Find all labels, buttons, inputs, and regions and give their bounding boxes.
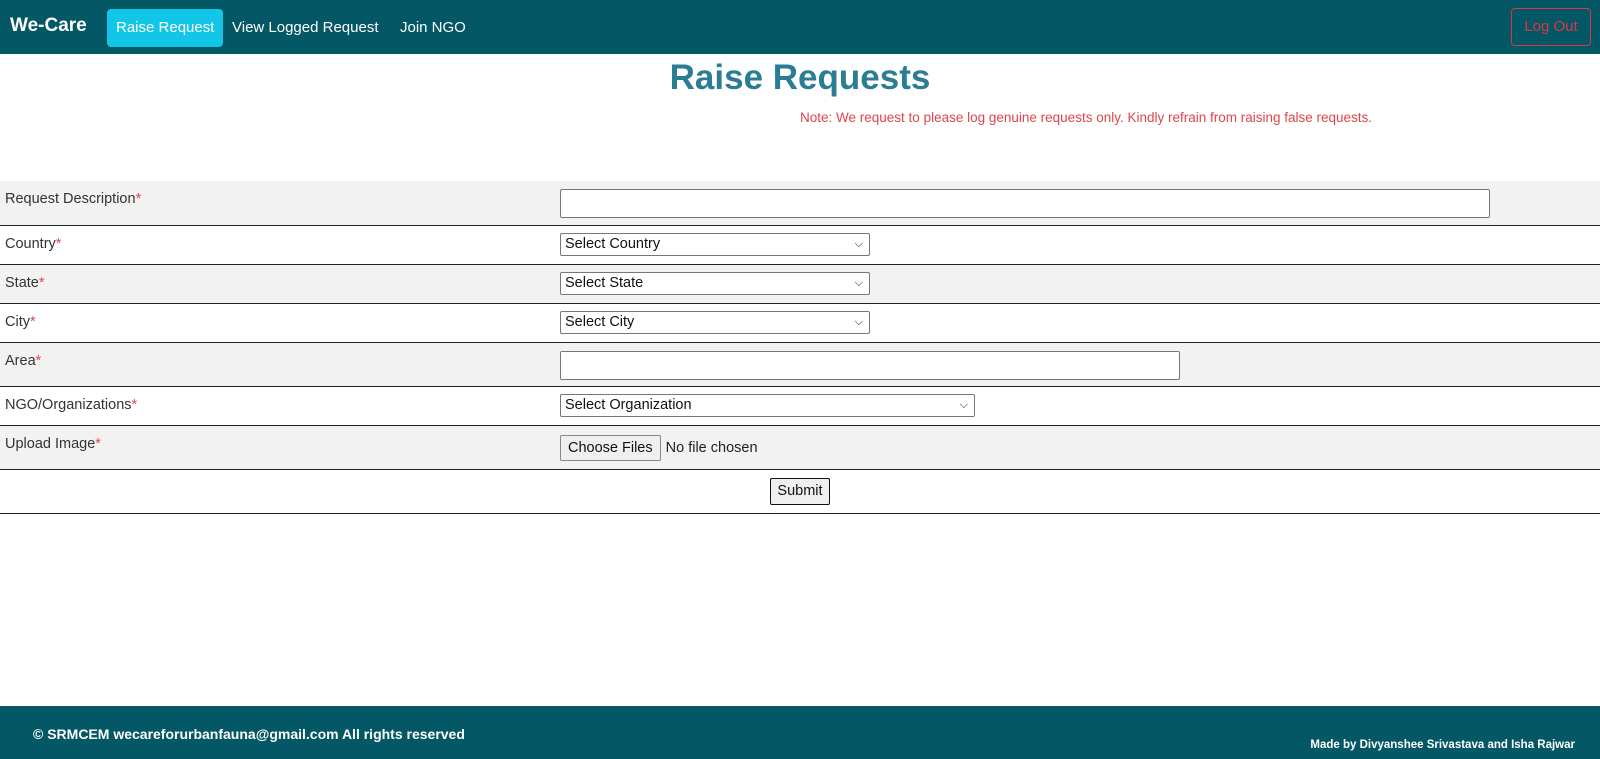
required-mark: * [55, 235, 62, 252]
logout-button[interactable]: Log Out [1511, 8, 1591, 46]
nav-join-ngo[interactable]: Join NGO [391, 9, 475, 47]
navbar: We-Care Raise Request View Logged Reques… [0, 0, 1600, 54]
footer: © SRMCEM wecareforurbanfauna@gmail.com A… [0, 706, 1600, 759]
row-submit: Submit [0, 469, 1600, 513]
label-country: Country* [5, 235, 62, 252]
file-status-text: No file chosen [665, 439, 758, 456]
chevron-down-icon: ⌵ [854, 315, 863, 328]
organization-select[interactable]: Select Organization ⌵ [560, 393, 975, 417]
row-city: City* Select City ⌵ [0, 303, 1600, 342]
notice-text: Note: We request to please log genuine r… [800, 110, 1373, 125]
label-upload-image: Upload Image* [5, 435, 101, 452]
required-mark: * [131, 396, 138, 413]
label-organization: NGO/Organizations* [5, 396, 138, 413]
row-country: Country* Select Country ⌵ [0, 225, 1600, 264]
nav-view-logged-request[interactable]: View Logged Request [223, 9, 388, 47]
chevron-down-icon: ⌵ [854, 237, 863, 250]
page-title: Raise Requests [669, 58, 931, 97]
nav-raise-request[interactable]: Raise Request [107, 9, 224, 47]
request-description-input[interactable] [560, 189, 1490, 218]
label-state: State* [5, 274, 45, 291]
submit-button[interactable]: Submit [770, 477, 830, 505]
label-city: City* [5, 313, 36, 330]
footer-copyright: © SRMCEM wecareforurbanfauna@gmail.com A… [33, 726, 465, 742]
required-mark: * [95, 435, 101, 452]
chevron-down-icon: ⌵ [854, 276, 863, 289]
label-request-description: Request Description* [5, 191, 142, 207]
chevron-down-icon: ⌵ [959, 398, 968, 411]
row-organization: NGO/Organizations* Select Organization ⌵ [0, 386, 1600, 425]
footer-credits: Made by Divyanshee Srivastava and Isha R… [1310, 739, 1575, 751]
file-upload: Choose Files No file chosen [560, 434, 758, 461]
row-state: State* Select State ⌵ [0, 264, 1600, 303]
required-mark: * [38, 274, 45, 291]
required-mark: * [29, 313, 36, 330]
area-input[interactable] [560, 350, 1180, 380]
required-mark: * [135, 191, 142, 207]
state-select[interactable]: Select State ⌵ [560, 271, 870, 295]
required-mark: * [35, 352, 42, 369]
row-request-description: Request Description* [0, 181, 1600, 225]
label-area: Area* [5, 352, 42, 369]
row-area: Area* [0, 342, 1600, 386]
row-upload-image: Upload Image* Choose Files No file chosen [0, 425, 1600, 469]
brand-logo[interactable]: We-Care [10, 15, 87, 37]
request-form: Request Description* Country* Select Cou… [0, 181, 1600, 514]
choose-files-button[interactable]: Choose Files [560, 434, 661, 461]
city-select[interactable]: Select City ⌵ [560, 310, 870, 334]
country-select[interactable]: Select Country ⌵ [560, 232, 870, 256]
